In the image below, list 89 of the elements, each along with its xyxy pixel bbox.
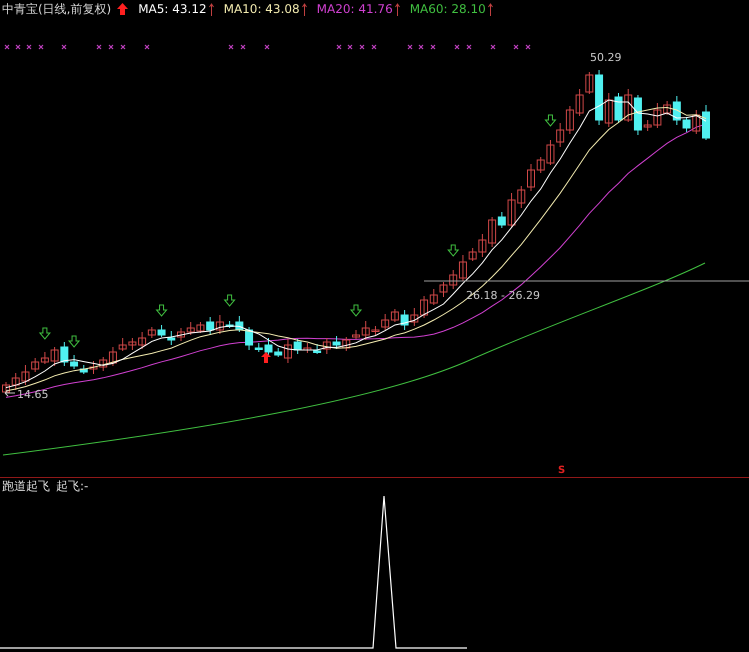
candlestick bbox=[390, 308, 399, 322]
candlestick bbox=[400, 310, 409, 330]
x-mark-icon bbox=[407, 44, 413, 50]
candlestick bbox=[206, 316, 214, 336]
down-arrow-icon bbox=[224, 294, 236, 307]
candlestick bbox=[158, 324, 166, 338]
candlestick bbox=[264, 338, 272, 356]
candlestick bbox=[576, 88, 584, 116]
moving-average-label: MA60: 28.10 bbox=[410, 2, 486, 16]
x-mark-icon bbox=[4, 44, 10, 50]
left-arrow-icon bbox=[4, 390, 16, 396]
moving-average-label: MA10: 43.08 bbox=[224, 2, 300, 16]
up-arrow-icon bbox=[394, 2, 400, 16]
candlestick bbox=[60, 342, 68, 366]
x-mark-icon bbox=[525, 44, 531, 50]
moving-average-label: MA5: 43.12 bbox=[138, 2, 207, 16]
x-mark-icon bbox=[15, 44, 21, 50]
candlestick bbox=[216, 314, 224, 334]
candlestick bbox=[566, 106, 574, 134]
signal-mark: S bbox=[558, 465, 566, 476]
candlestick bbox=[420, 296, 428, 318]
candlestick bbox=[196, 322, 204, 334]
down-arrow-icon bbox=[544, 114, 557, 127]
x-mark-icon bbox=[466, 44, 472, 50]
candlestick bbox=[614, 92, 622, 124]
x-mark-icon bbox=[454, 44, 460, 50]
candlestick bbox=[2, 382, 10, 394]
candlestick bbox=[585, 72, 594, 94]
candlestick bbox=[381, 314, 390, 330]
x-mark-icon bbox=[144, 44, 150, 50]
candlestick bbox=[556, 122, 564, 148]
x-mark-icon bbox=[490, 44, 496, 50]
candlestick bbox=[31, 358, 40, 372]
candlestick bbox=[167, 330, 176, 346]
x-mark-icon bbox=[264, 44, 270, 50]
x-mark-icon bbox=[347, 44, 353, 50]
low-price-label: 14.65 bbox=[17, 388, 48, 401]
candlestick bbox=[702, 104, 710, 140]
candlestick bbox=[50, 346, 59, 366]
x-mark-icon bbox=[26, 44, 32, 50]
down-arrow-icon bbox=[68, 336, 80, 348]
x-mark-icon bbox=[38, 44, 44, 50]
x-mark-icon bbox=[371, 44, 377, 50]
x-mark-icon bbox=[228, 44, 234, 50]
candlestick bbox=[527, 164, 535, 192]
candlestick bbox=[440, 282, 448, 298]
candlestick bbox=[40, 352, 49, 364]
up-arrow-icon bbox=[302, 2, 307, 16]
x-mark-icon bbox=[359, 44, 365, 50]
indicator-title: 跑道起飞 bbox=[2, 478, 50, 494]
x-mark-icon bbox=[96, 44, 102, 50]
up-arrow-icon bbox=[117, 3, 128, 15]
up-arrow-icon bbox=[208, 2, 214, 16]
x-mark-icon bbox=[430, 44, 436, 50]
candlestick bbox=[624, 88, 632, 122]
candlestick bbox=[634, 94, 642, 136]
candlestick bbox=[177, 328, 185, 342]
down-arrow-icon bbox=[447, 244, 460, 257]
candlestick bbox=[342, 336, 350, 352]
chart-title: 中青宝(日线,前复权) bbox=[2, 0, 112, 18]
candlestick bbox=[90, 360, 98, 374]
candlestick bbox=[430, 288, 438, 306]
candlestick bbox=[99, 356, 108, 372]
candlestick bbox=[128, 338, 136, 350]
candlestick bbox=[118, 338, 127, 352]
up-arrow-icon bbox=[488, 2, 493, 16]
down-arrow-icon bbox=[350, 304, 362, 317]
high-price-label: 50.29 bbox=[590, 51, 622, 64]
x-mark-icon bbox=[108, 44, 114, 50]
indicator-reading: 起飞:- bbox=[56, 478, 88, 494]
x-mark-icon bbox=[336, 44, 342, 50]
x-mark-icon bbox=[240, 44, 246, 50]
candlestick bbox=[458, 254, 467, 282]
down-arrow-icon bbox=[155, 304, 168, 317]
candlestick bbox=[410, 308, 418, 326]
x-mark-icon bbox=[513, 44, 519, 50]
up-arrow-icon bbox=[261, 352, 271, 363]
candlestick bbox=[108, 346, 117, 366]
moving-average-label: MA20: 41.76 bbox=[316, 2, 393, 16]
candlestick bbox=[186, 322, 195, 336]
candlestick bbox=[12, 372, 20, 390]
candlestick bbox=[352, 330, 360, 340]
down-arrow-icon bbox=[38, 328, 51, 340]
candlestick bbox=[449, 270, 458, 290]
candlestick bbox=[332, 336, 341, 350]
x-mark-icon bbox=[120, 44, 126, 50]
x-mark-icon bbox=[418, 44, 424, 50]
candlestick bbox=[21, 364, 30, 386]
x-mark-icon bbox=[61, 44, 67, 50]
